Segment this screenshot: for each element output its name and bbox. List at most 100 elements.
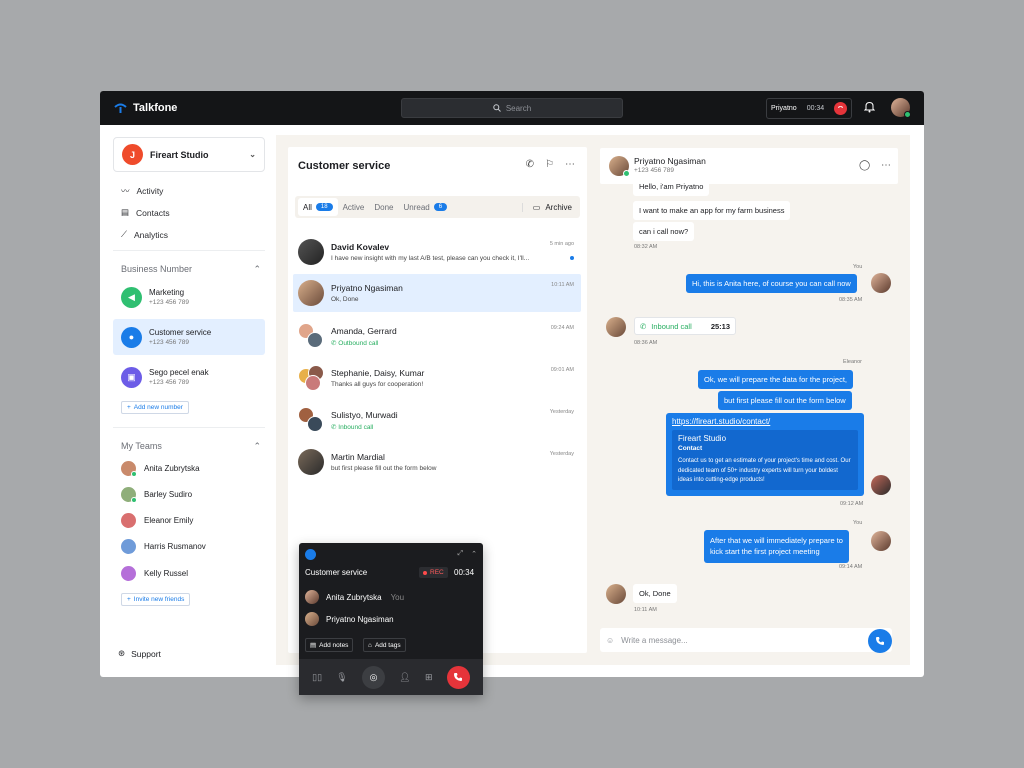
search-input[interactable]: Search xyxy=(401,98,623,118)
row-time: Yesterday xyxy=(549,409,574,415)
team-member[interactable]: Barley Sudiro xyxy=(121,487,192,503)
org-selector[interactable]: J Fireart Studio ⌄ xyxy=(113,137,265,172)
add-number-button[interactable]: + Add new number xyxy=(121,401,189,414)
outgoing-message: but first please fill out the form below xyxy=(718,391,852,410)
business-phone: +123 456 789 xyxy=(149,339,189,346)
message-time: 10:11 AM xyxy=(634,607,657,613)
shop-icon: ▣ xyxy=(121,366,142,388)
business-number-header[interactable]: Business Number ⌃ xyxy=(121,264,261,275)
add-notes-button[interactable]: ▤ Add notes xyxy=(305,638,354,652)
nav-activity[interactable]: 〰 Activity xyxy=(121,185,163,197)
nav-label: Contacts xyxy=(136,207,170,218)
incoming-message: Hello, i'am Priyatno xyxy=(633,180,710,196)
check-circle-icon[interactable]: ◯ xyxy=(859,160,870,171)
mute-icon[interactable]: 🎙︎ xyxy=(336,672,347,683)
team-member[interactable]: Anita Zubrytska xyxy=(121,461,200,477)
end-call-button[interactable] xyxy=(446,665,470,689)
add-person-icon[interactable]: 👤︎ xyxy=(399,672,410,683)
tab-active[interactable]: Active xyxy=(338,198,370,216)
row-time: Yesterday xyxy=(549,451,574,457)
message-time: 09:12 AM xyxy=(840,501,864,507)
business-item-sego[interactable]: ▣ Sego pecel enak +123 456 789 xyxy=(113,359,265,395)
link-preview-card[interactable]: https://fireart.studio/contact/ Fireart … xyxy=(666,413,864,496)
pause-icon[interactable]: ▯▯ xyxy=(312,672,322,683)
conversation-row[interactable]: Martin Mardial but first please fill out … xyxy=(293,443,581,481)
chevron-down-icon: ⌄ xyxy=(249,150,256,159)
contact-name: Amanda, Gerrard xyxy=(331,325,397,336)
conversation-row[interactable]: Amanda, Gerrard ✆ Outbound call 09:24 AM xyxy=(293,317,581,355)
divider xyxy=(113,250,265,251)
business-item-customer-service[interactable]: ● Customer service +123 456 789 xyxy=(113,319,265,355)
message-input[interactable]: ☺ Write a message... 📎︎ xyxy=(600,628,892,652)
conversation-row[interactable]: Stephanie, Daisy, Kumar Thanks all guys f… xyxy=(293,359,581,397)
chat-header: Priyatno Ngasiman +123 456 789 ◯ ⋯ xyxy=(600,148,898,184)
team-member[interactable]: Eleanor Emily xyxy=(121,513,193,528)
business-name: Sego pecel enak xyxy=(149,368,209,377)
team-member-name: Anita Zubrytska xyxy=(144,464,200,473)
bell-icon[interactable] xyxy=(864,101,875,113)
active-call-pill[interactable]: Priyatno 00:34 xyxy=(766,98,852,119)
contact-name: Sulistyo, Murwadi xyxy=(331,409,398,420)
contact-name: David Kovalev xyxy=(331,242,390,252)
nav-analytics[interactable]: ⟋ Analytics xyxy=(121,229,168,240)
expand-icon[interactable]: ⤢ xyxy=(458,550,464,558)
record-icon[interactable]: ◎ xyxy=(362,665,385,689)
call-title: Customer service xyxy=(305,568,368,577)
plus-icon: + xyxy=(127,404,131,411)
invite-friends-button[interactable]: + Invite new friends xyxy=(121,593,191,606)
conversation-row[interactable]: Sulistyo, Murwadi ✆ Inbound call Yesterda… xyxy=(293,401,581,439)
inbound-call-card[interactable]: ✆ Inbound call 25:13 xyxy=(634,317,736,335)
contact-avatar[interactable] xyxy=(609,156,630,177)
filter-tabs: All 18 Active Done Unread 6 ▭ Archive xyxy=(295,196,580,218)
sidebar: J Fireart Studio ⌄ 〰 Activity ▤ Contacts ⟋… xyxy=(100,125,276,677)
chevron-up-icon[interactable]: ⌃ xyxy=(471,550,477,558)
call-duration: 25:13 xyxy=(710,321,730,331)
business-item-marketing[interactable]: ◀ Marketing +123 456 789 xyxy=(113,279,265,315)
avatar xyxy=(305,612,319,626)
hangup-icon[interactable] xyxy=(834,102,847,115)
nav-contacts[interactable]: ▤ Contacts xyxy=(121,207,170,218)
add-call-icon[interactable]: ✆ xyxy=(526,159,534,170)
sender-label: Eleanor xyxy=(843,359,862,365)
link-preview: Fireart Studio Contact Contact us to get… xyxy=(672,430,858,490)
tag-icon: ⌂ xyxy=(368,641,372,649)
my-teams-header[interactable]: My Teams ⌃ xyxy=(121,441,261,452)
nav-label: Activity xyxy=(136,186,164,196)
conversation-row[interactable]: David Kovalev I have new insight with my … xyxy=(293,233,581,271)
support-link[interactable]: ⊛ Support xyxy=(118,648,161,659)
tab-unread[interactable]: Unread 6 xyxy=(399,198,453,216)
phone-icon: ✆ xyxy=(640,321,647,331)
hangup-icon xyxy=(454,673,463,681)
phone-icon xyxy=(876,637,884,645)
app-logo[interactable]: Talkfone xyxy=(114,91,177,125)
list-actions: ✆ ⚐ ⋯ xyxy=(526,159,575,170)
chevron-up-icon: ⌃ xyxy=(253,441,261,451)
call-label: Outbound call xyxy=(338,339,379,347)
section-title: Business Number xyxy=(121,264,193,274)
tab-done[interactable]: Done xyxy=(369,198,398,216)
message-time: 08:32 AM xyxy=(634,244,658,250)
conversation-row[interactable]: Priyatno Ngasiman Ok, Done 10:11 AM xyxy=(293,274,581,312)
more-icon[interactable]: ⋯ xyxy=(565,159,575,170)
team-member[interactable]: Harris Rusmanov xyxy=(121,539,206,554)
user-avatar[interactable] xyxy=(891,98,911,118)
chevron-up-icon: ⌃ xyxy=(253,264,261,274)
team-member[interactable]: Kelly Russel xyxy=(121,566,188,581)
more-icon[interactable]: ⋯ xyxy=(881,160,891,171)
incoming-message: I want to make an app for my farm busine… xyxy=(633,201,791,220)
call-button[interactable] xyxy=(868,629,892,653)
tab-all[interactable]: All 18 xyxy=(298,198,338,216)
last-message: I have new insight with my last A/B test… xyxy=(331,255,530,262)
archive-button[interactable]: ▭ Archive xyxy=(521,202,580,212)
add-tags-button[interactable]: ⌂ Add tags xyxy=(363,638,406,652)
contact-name: Priyatno Ngasiman xyxy=(634,156,706,166)
dialpad-icon[interactable]: ⊞ xyxy=(425,672,433,683)
preview-title: Fireart Studio xyxy=(678,434,727,443)
link-url[interactable]: https://fireart.studio/contact/ xyxy=(672,417,858,426)
group-avatar xyxy=(298,407,324,433)
participant-name: Anita Zubrytska xyxy=(326,592,382,602)
tab-label: All xyxy=(303,202,312,212)
last-message: Thanks all guys for cooperation! xyxy=(331,381,424,388)
flag-icon[interactable]: ⚐ xyxy=(545,159,554,170)
emoji-icon[interactable]: ☺ xyxy=(606,636,614,645)
